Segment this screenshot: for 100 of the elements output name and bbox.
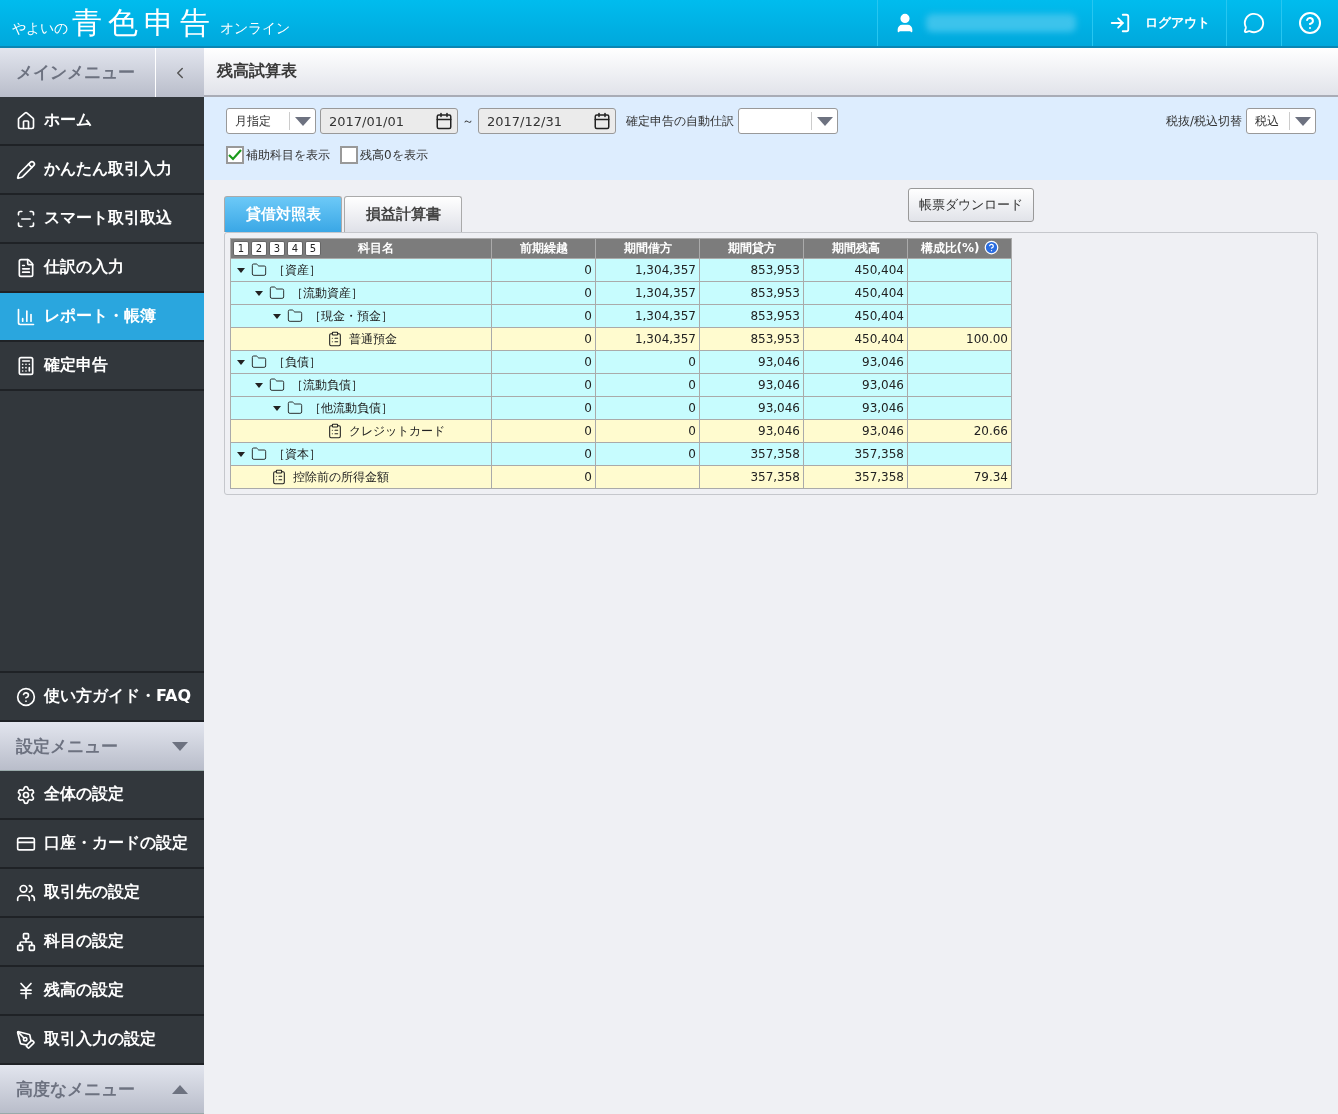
table-cell: 93,046	[803, 350, 908, 374]
checkbox[interactable]	[226, 146, 244, 164]
bar-chart-icon	[16, 306, 36, 327]
checkbox-label: 残高0を表示	[360, 146, 428, 164]
clipboard-icon	[327, 423, 343, 439]
table-cell: 0	[595, 419, 700, 443]
checkbox[interactable]	[340, 146, 358, 164]
table-cell: 0	[491, 373, 596, 397]
column-header: 科目名	[357, 240, 395, 257]
folder-icon	[251, 446, 267, 462]
tax-select[interactable]: 税込	[1246, 108, 1316, 134]
scan-icon	[16, 208, 36, 229]
table-cell: 357,358	[699, 465, 804, 489]
table-cell: 0	[595, 350, 700, 374]
expand-caret-icon[interactable]	[273, 313, 281, 319]
expand-caret-icon[interactable]	[237, 451, 245, 457]
account-name: ［他流動負債］	[309, 399, 393, 417]
table-cell: 0	[491, 350, 596, 374]
level-button[interactable]: 1	[233, 241, 249, 256]
help-icon[interactable]	[1298, 11, 1322, 35]
table-cell: 0	[491, 419, 596, 443]
tab[interactable]: 損益計算書	[344, 196, 462, 232]
expand-caret-icon[interactable]	[237, 267, 245, 273]
table-cell: 450,404	[803, 258, 908, 282]
date-field[interactable]: 2017/12/31	[478, 108, 616, 134]
checkbox-label: 補助科目を表示	[246, 146, 330, 164]
table-cell: 0	[491, 442, 596, 466]
table-cell: 450,404	[803, 281, 908, 305]
pen-icon	[16, 1029, 36, 1050]
account-name: ［現金・預金］	[309, 307, 393, 325]
column-header: 期間残高	[803, 238, 908, 259]
table-cell: 0	[491, 327, 596, 351]
table-cell: 450,404	[803, 327, 908, 351]
table-cell: 357,358	[803, 442, 908, 466]
table-cell: 357,358	[803, 465, 908, 489]
help-icon[interactable]	[983, 240, 999, 255]
folder-icon	[269, 377, 285, 393]
level-button[interactable]: 3	[269, 241, 285, 256]
table-cell: 0	[491, 396, 596, 420]
home-icon	[16, 110, 36, 131]
expand-caret-icon[interactable]	[273, 405, 281, 411]
table-cell: 1,304,357	[595, 327, 700, 351]
table-cell: 93,046	[803, 396, 908, 420]
table-cell: 853,953	[699, 327, 804, 351]
login-arrow-icon	[1109, 12, 1131, 34]
period-select[interactable]: 月指定	[226, 108, 316, 134]
table-cell: 0	[491, 465, 596, 489]
account-name: ［負債］	[273, 353, 321, 371]
table-cell: 0	[491, 281, 596, 305]
help-icon	[16, 686, 36, 707]
account-name: ［資本］	[273, 445, 321, 463]
folder-icon	[251, 354, 267, 370]
table-cell: 450,404	[803, 304, 908, 328]
page-title: 残高試算表	[217, 61, 297, 82]
download-button[interactable]: 帳票ダウンロード	[908, 188, 1034, 222]
table-cell: 0	[491, 304, 596, 328]
table-cell: 1,304,357	[595, 281, 700, 305]
account-name: ［流動資産］	[291, 284, 363, 302]
table-cell: 0	[595, 442, 700, 466]
app-logo: やよいの 青色申告 オンライン	[11, 3, 291, 42]
clipboard-icon	[271, 469, 287, 485]
expand-caret-icon[interactable]	[255, 290, 263, 296]
table-cell: 93,046	[699, 396, 804, 420]
table-cell: 93,046	[699, 373, 804, 397]
column-header: 期間貸方	[699, 238, 804, 259]
table-cell: 100.00	[907, 327, 1012, 351]
expand-caret-icon[interactable]	[237, 359, 245, 365]
table-cell: 93,046	[699, 350, 804, 374]
column-header: 期間借方	[595, 238, 700, 259]
folder-icon	[251, 262, 267, 278]
calculator-icon	[16, 355, 36, 376]
auto-journal-select[interactable]	[738, 108, 838, 134]
calendar-icon[interactable]	[593, 112, 611, 130]
folder-icon	[287, 308, 303, 324]
table-cell: 1,304,357	[595, 258, 700, 282]
document-icon	[16, 257, 36, 278]
table-cell: 93,046	[803, 373, 908, 397]
column-header: 構成比(%)	[907, 238, 1012, 259]
table-cell: 853,953	[699, 304, 804, 328]
chat-icon[interactable]	[1243, 12, 1265, 34]
table-cell: 79.34	[907, 465, 1012, 489]
hierarchy-icon	[16, 931, 36, 952]
account-name: 控除前の所得金額	[293, 468, 389, 486]
gear-icon	[16, 784, 36, 805]
date-field[interactable]: 2017/01/01	[320, 108, 458, 134]
level-button[interactable]: 2	[251, 241, 267, 256]
level-button[interactable]: 5	[305, 241, 321, 256]
level-button[interactable]: 4	[287, 241, 303, 256]
table-cell: 853,953	[699, 258, 804, 282]
expand-caret-icon[interactable]	[255, 382, 263, 388]
calendar-icon[interactable]	[435, 112, 453, 130]
auto-journal-label: 確定申告の自動仕訳	[626, 112, 734, 130]
table-cell: 1,304,357	[595, 304, 700, 328]
table-cell: 0	[595, 373, 700, 397]
table-cell: 93,046	[699, 419, 804, 443]
people-icon	[16, 882, 36, 903]
range-separator: ～	[462, 112, 474, 130]
pencil-icon	[16, 159, 36, 180]
account-name: 普通預金	[349, 330, 397, 348]
tax-label: 税抜/税込切替	[1165, 112, 1242, 130]
